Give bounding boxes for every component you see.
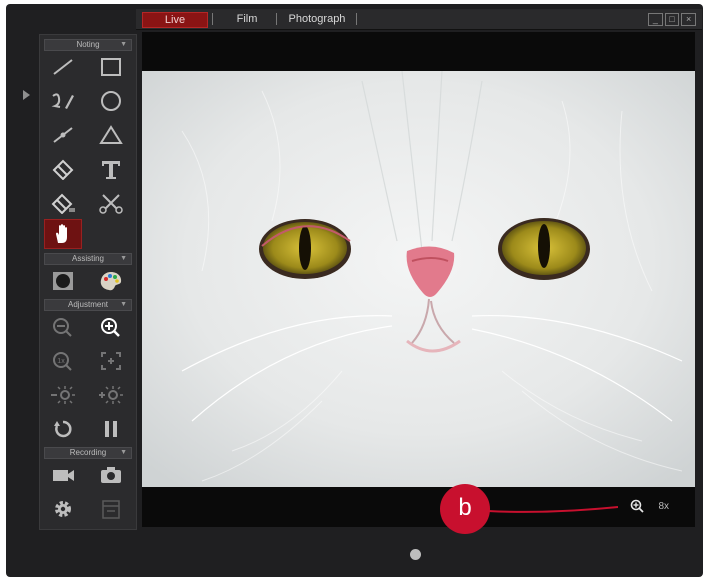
line-tool-button[interactable] (44, 53, 82, 81)
device-frame: Live Film Photograph _ □ × Noting ▼ Assi… (6, 4, 703, 577)
tool-panel: Noting ▼ Assisting ▼ Adjustment ▼ 1x Rec… (39, 34, 137, 530)
measure-tool-button[interactable] (44, 121, 82, 149)
maximize-button[interactable]: □ (664, 13, 680, 26)
section-header-noting[interactable]: Noting ▼ (44, 39, 132, 51)
zoom-in-icon (101, 318, 120, 337)
tab-divider (276, 13, 277, 25)
palette-tool-button[interactable] (92, 267, 130, 295)
minimize-button[interactable]: _ (648, 13, 663, 26)
collapse-caret-icon[interactable]: ▼ (120, 40, 127, 50)
hand-icon (56, 224, 67, 243)
contrast-icon (53, 272, 73, 290)
triangle-icon (99, 125, 123, 144)
collapse-caret-icon[interactable]: ▼ (120, 448, 127, 458)
brightness-up-icon (99, 386, 123, 404)
zoom-level-label: 8x (658, 500, 669, 512)
freehand-icon (51, 93, 74, 109)
text-tool-button[interactable] (92, 155, 130, 183)
video-camera-icon (53, 470, 74, 481)
eraser-all-icon (51, 193, 75, 214)
settings-icon (55, 501, 71, 517)
storage-icon (102, 500, 120, 519)
home-button[interactable] (410, 549, 421, 560)
settings-button[interactable] (44, 495, 82, 523)
cut-tool-button[interactable] (92, 189, 130, 217)
contrast-tool-button[interactable] (44, 267, 82, 295)
collapse-caret-icon[interactable]: ▼ (120, 254, 127, 264)
section-header-recording[interactable]: Recording ▼ (44, 447, 132, 459)
circle-icon (101, 91, 121, 111)
eraser-tool-button[interactable] (44, 155, 82, 183)
zoom-indicator-icon (631, 499, 645, 513)
triangle-tool-button[interactable] (92, 121, 130, 149)
pause-icon (105, 421, 117, 437)
tab-film[interactable]: Film (224, 12, 270, 26)
text-icon (102, 161, 120, 179)
storage-button[interactable] (92, 495, 130, 523)
tab-photograph[interactable]: Photograph (282, 12, 352, 26)
rectangle-tool-button[interactable] (92, 53, 130, 81)
eraser-all-tool-button[interactable] (44, 189, 82, 217)
camera-icon (101, 467, 121, 483)
section-title: Recording (69, 448, 107, 457)
section-header-assisting[interactable]: Assisting ▼ (44, 253, 132, 265)
rotate-button[interactable] (44, 415, 82, 443)
annotation-callout-badge: b (440, 484, 490, 534)
measure-icon (53, 127, 73, 143)
expand-arrow-icon[interactable] (23, 90, 30, 100)
svg-text:1x: 1x (57, 358, 65, 365)
fit-screen-button[interactable] (92, 347, 130, 375)
window-controls: _ □ × (648, 13, 697, 26)
record-video-button[interactable] (44, 461, 82, 489)
zoom-indicator: 8x (630, 499, 669, 513)
zoom-1x-button[interactable]: 1x (44, 347, 82, 375)
hand-tool-button[interactable] (44, 219, 82, 249)
tab-divider (356, 13, 357, 25)
rotate-icon (54, 420, 72, 438)
section-title: Assisting (71, 254, 104, 263)
callout-pointer-line (488, 506, 618, 513)
brightness-up-button[interactable] (92, 381, 130, 409)
zoom-in-button[interactable] (92, 313, 130, 341)
take-photo-button[interactable] (92, 461, 130, 489)
tab-live[interactable]: Live (142, 12, 208, 28)
brightness-down-button[interactable] (44, 381, 82, 409)
zoom-out-icon (53, 318, 72, 337)
palette-icon (100, 272, 122, 291)
section-header-adjustment[interactable]: Adjustment ▼ (44, 299, 132, 311)
scissors-icon (99, 194, 123, 214)
collapse-caret-icon[interactable]: ▼ (120, 300, 127, 310)
eraser-icon (52, 159, 74, 180)
rectangle-icon (101, 58, 121, 76)
section-title: Noting (76, 40, 100, 49)
circle-tool-button[interactable] (92, 87, 130, 115)
zoom-out-button[interactable] (44, 313, 82, 341)
live-view-pane[interactable]: 8x (142, 32, 695, 527)
freehand-tool-button[interactable] (44, 87, 82, 115)
tab-divider (212, 13, 213, 25)
mode-tab-bar: Live Film Photograph _ □ × (136, 9, 702, 30)
fit-icon (101, 352, 121, 370)
live-camera-image (142, 71, 695, 487)
brightness-down-icon (51, 386, 75, 404)
section-title: Adjustment (67, 300, 109, 309)
close-button[interactable]: × (681, 13, 697, 26)
line-icon (53, 59, 73, 75)
zoom-1x-icon: 1x (53, 352, 72, 371)
pause-button[interactable] (92, 415, 130, 443)
